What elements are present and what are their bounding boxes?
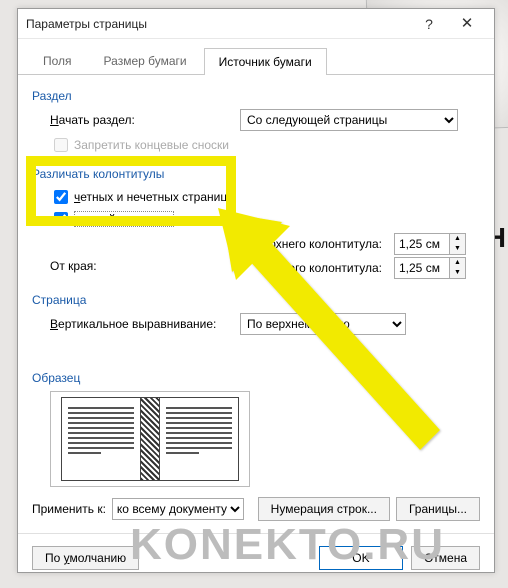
cancel-button[interactable]: Отмена <box>411 546 480 570</box>
tab-paper-source[interactable]: Источник бумаги <box>204 48 327 75</box>
dialog-title: Параметры страницы <box>26 9 410 39</box>
suppress-endnotes-checkbox <box>54 138 68 152</box>
help-button[interactable]: ? <box>410 9 448 39</box>
separator <box>18 533 494 534</box>
borders-button[interactable]: Границы... <box>396 497 480 521</box>
preview-spine <box>141 397 159 481</box>
suppress-endnotes-label: Запретить концевые сноски <box>74 138 229 152</box>
section-start-row: Начать раздел: Со следующей страницы <box>50 109 480 131</box>
valign-select[interactable]: По верхнему краю <box>240 313 406 335</box>
odd-even-label: четных и нечетных страниц <box>74 190 227 204</box>
section-razdel-title: Раздел <box>32 89 480 103</box>
tab-strip: Поля Размер бумаги Источник бумаги <box>18 39 494 75</box>
header-distance-label: до верхнего колонтитула: <box>212 237 382 251</box>
dialog-footer: По умолчанию OK Отмена <box>18 538 494 580</box>
header-distance-row: до верхнего колонтитула: ▲▼ <box>32 233 466 255</box>
close-button[interactable]: ✕ <box>448 9 486 39</box>
footer-distance-spinner[interactable]: ▲▼ <box>394 257 466 279</box>
section-start-label: Начать раздел: <box>50 113 240 127</box>
footer-distance-label: до него колонтитула: <box>212 261 382 275</box>
spinner-arrows[interactable]: ▲▼ <box>449 258 465 278</box>
tab-margins[interactable]: Поля <box>28 47 87 74</box>
tab-content: Раздел Начать раздел: Со следующей стран… <box>18 75 494 493</box>
tab-paper-size[interactable]: Размер бумаги <box>89 47 202 74</box>
line-numbers-button[interactable]: Нумерация строк... <box>258 497 390 521</box>
apply-row: Применить к: ко всему документу Нумераци… <box>18 493 494 529</box>
first-page-checkbox[interactable] <box>54 212 68 226</box>
suppress-endnotes-row: Запретить концевые сноски <box>50 135 480 155</box>
apply-to-label: Применить к: <box>32 502 106 516</box>
valign-row: Вертикальное выравнивание: По верхнему к… <box>50 313 480 335</box>
from-edge-label: От края: <box>50 259 130 273</box>
preview-page-left <box>61 397 141 481</box>
first-page-label: первой страницы <box>74 211 174 227</box>
preview-page-right <box>159 397 239 481</box>
titlebar: Параметры страницы ? ✕ <box>18 9 494 39</box>
default-button[interactable]: По умолчанию <box>32 546 139 570</box>
page-setup-dialog: Параметры страницы ? ✕ Поля Размер бумаг… <box>17 8 495 573</box>
header-distance-spinner[interactable]: ▲▼ <box>394 233 466 255</box>
odd-even-checkbox[interactable] <box>54 190 68 204</box>
headers-group-title: Различать колонтитулы <box>32 167 480 181</box>
footer-distance-input[interactable] <box>395 258 449 278</box>
spinner-arrows[interactable]: ▲▼ <box>449 234 465 254</box>
odd-even-row: четных и нечетных страниц <box>50 187 480 207</box>
ok-button[interactable]: OK <box>319 546 403 570</box>
section-start-select[interactable]: Со следующей страницы <box>240 109 458 131</box>
first-page-row: первой страницы <box>50 209 480 229</box>
page-group-title: Страница <box>32 293 480 307</box>
valign-label: Вертикальное выравнивание: <box>50 317 240 331</box>
header-distance-input[interactable] <box>395 234 449 254</box>
preview-pane <box>50 391 250 487</box>
preview-title: Образец <box>32 371 480 385</box>
apply-to-select[interactable]: ко всему документу <box>112 498 244 520</box>
